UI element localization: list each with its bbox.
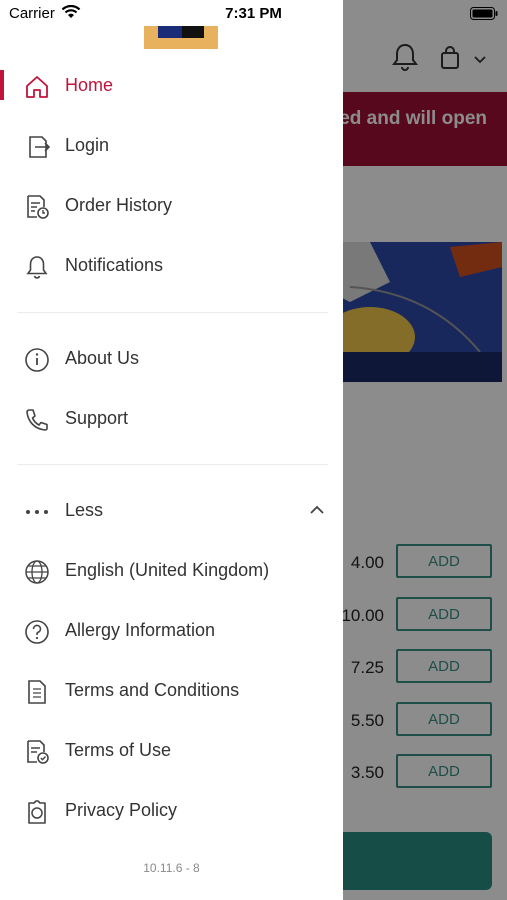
menu-item-label: Terms and Conditions	[65, 680, 240, 700]
bell-icon	[24, 254, 50, 280]
phone-icon	[24, 407, 50, 433]
menu-item-label: Allergy Information	[65, 620, 216, 640]
home-icon	[24, 74, 50, 100]
menu-item-support[interactable]: Support	[0, 397, 343, 441]
menu-item-language[interactable]: English (United Kingdom)	[0, 549, 343, 593]
menu-item-label: Less	[65, 500, 104, 520]
menu-item-label: Privacy Policy	[65, 800, 178, 820]
menu-item-login[interactable]: Login	[0, 124, 343, 168]
info-icon	[24, 347, 50, 373]
menu-item-privacy-policy[interactable]: Privacy Policy	[0, 789, 343, 833]
divider	[17, 312, 328, 313]
login-icon	[24, 134, 50, 160]
menu-item-label: Order History	[65, 195, 173, 215]
menu-item-less-toggle[interactable]: Less	[0, 489, 343, 533]
brand-logo	[144, 26, 218, 49]
app-version: 10.11.6 - 8	[143, 861, 200, 875]
question-icon	[24, 619, 50, 645]
menu-item-terms-and-conditions[interactable]: Terms and Conditions	[0, 669, 343, 713]
menu-item-about-us[interactable]: About Us	[0, 337, 343, 381]
menu-item-notifications[interactable]: Notifications	[0, 244, 343, 288]
menu-item-order-history[interactable]: Order History	[0, 184, 343, 228]
battery-icon	[470, 7, 498, 20]
document-check-icon	[24, 739, 50, 765]
globe-icon	[24, 559, 50, 585]
menu-item-label: Home	[65, 75, 114, 95]
menu-item-label: Support	[65, 408, 129, 428]
menu-item-home[interactable]: Home	[0, 64, 343, 108]
ellipsis-icon	[24, 499, 50, 525]
menu-item-terms-of-use[interactable]: Terms of Use	[0, 729, 343, 773]
menu-item-label: About Us	[65, 348, 140, 368]
menu-item-label: Terms of Use	[65, 740, 172, 760]
document-icon	[24, 679, 50, 705]
menu-item-label: Notifications	[65, 255, 164, 275]
status-time: 7:31 PM	[225, 5, 282, 22]
menu-item-allergy-information[interactable]: Allergy Information	[0, 609, 343, 653]
divider	[17, 464, 328, 465]
menu-item-label: English (United Kingdom)	[65, 560, 270, 580]
order-history-icon	[24, 194, 50, 220]
status-bar: Carrier 7:31 PM	[0, 0, 507, 26]
menu-item-label: Login	[65, 135, 110, 155]
chevron-up-icon	[308, 503, 326, 517]
navigation-drawer: Home Login Order History Notifications A…	[0, 0, 343, 900]
privacy-icon	[24, 799, 50, 825]
